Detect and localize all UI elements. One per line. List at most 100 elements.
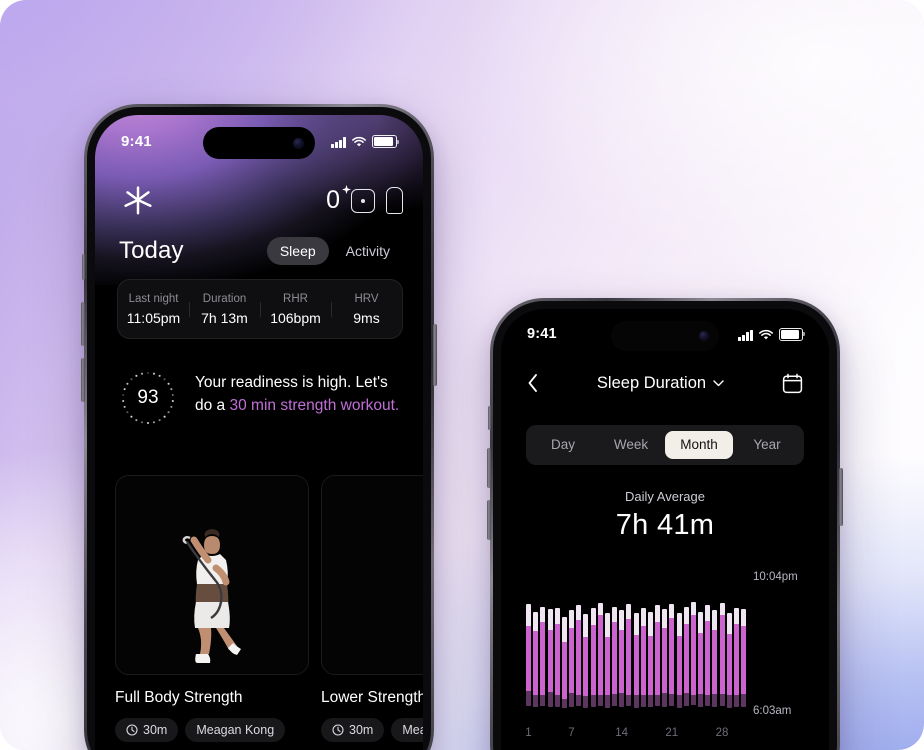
- bar-segment-awake: [690, 601, 696, 616]
- readiness-link[interactable]: 30 min strength workout.: [229, 397, 399, 414]
- bar-segment-deep: [633, 695, 639, 708]
- chart-bar: [719, 602, 725, 706]
- power-button[interactable]: [839, 468, 843, 526]
- bar-segment-light: [733, 624, 739, 695]
- sleep-duration-chart[interactable]: [526, 567, 746, 715]
- instructor-chip: Meagan Kong: [391, 718, 423, 742]
- header-icon-group: 0: [326, 185, 403, 214]
- bar-segment-light: [705, 620, 711, 695]
- duration-label: 30m: [143, 723, 168, 737]
- stat-label: Duration: [202, 292, 247, 305]
- battery-icon: [372, 134, 397, 149]
- tab-activity[interactable]: Activity: [333, 237, 403, 265]
- chevron-down-icon: [713, 379, 724, 386]
- tab-sleep[interactable]: Sleep: [266, 237, 329, 265]
- volume-down-button[interactable]: [487, 500, 491, 540]
- bar-segment-light: [561, 642, 567, 700]
- stat-label: HRV: [354, 292, 379, 305]
- mute-switch[interactable]: [82, 254, 85, 280]
- tab-month[interactable]: Month: [665, 431, 733, 459]
- bar-segment-deep: [712, 694, 718, 708]
- bar-segment-deep: [597, 695, 603, 706]
- bar-segment-awake: [526, 604, 531, 627]
- bar-segment-awake: [633, 612, 639, 635]
- volume-up-button[interactable]: [81, 302, 85, 346]
- workout-card[interactable]: Lower Strength 30m Meagan Kong: [321, 475, 423, 742]
- nav-title-dropdown[interactable]: Sleep Duration: [597, 374, 724, 393]
- bar-segment-awake: [597, 602, 603, 616]
- x-tick-label: 1: [525, 727, 532, 739]
- chevron-left-icon[interactable]: [527, 373, 539, 393]
- bar-segment-awake: [655, 605, 660, 622]
- phone-device-today: 9:41 0 Today Sleep Activity Last night 1…: [81, 104, 437, 750]
- chart-bar: [540, 606, 546, 707]
- chart-bar: [561, 616, 567, 709]
- sleep-stats-bar: Last night 11:05pm Duration 7h 13m RHR 1…: [117, 279, 403, 339]
- bar-segment-light: [719, 615, 725, 695]
- bar-segment-light: [569, 628, 574, 694]
- phone2-screen: 9:41 Sleep Duration Day Week Month Year …: [501, 309, 829, 750]
- bar-segment-awake: [626, 604, 632, 619]
- bar-segment-light: [640, 626, 646, 695]
- bar-segment-light: [683, 623, 689, 694]
- bar-segment-light: [669, 618, 675, 694]
- bar-segment-light: [741, 626, 746, 694]
- bar-segment-awake: [741, 609, 746, 627]
- x-tick-label: 28: [715, 727, 729, 739]
- duration-chip: 30m: [115, 718, 179, 742]
- tab-week[interactable]: Week: [597, 431, 665, 459]
- cellular-bars-icon: [331, 137, 346, 149]
- volume-up-button[interactable]: [487, 448, 491, 488]
- ring-device-icon[interactable]: [351, 188, 375, 213]
- tab-year[interactable]: Year: [733, 431, 801, 459]
- workout-title: Lower Strength: [321, 689, 423, 706]
- duration-chip: 30m: [321, 718, 385, 742]
- chart-bar: [647, 611, 653, 708]
- mute-switch[interactable]: [488, 406, 491, 430]
- bar-segment-deep: [540, 695, 546, 707]
- bar-segment-deep: [705, 694, 711, 707]
- workout-card[interactable]: Full Body Strength 30m Meagan Kong: [115, 475, 309, 742]
- wifi-icon: [352, 137, 366, 147]
- tab-day[interactable]: Day: [529, 431, 597, 459]
- chart-bar: [676, 612, 682, 708]
- bar-segment-light: [626, 618, 632, 695]
- stat-value: 9ms: [353, 309, 380, 326]
- bar-segment-light: [726, 633, 732, 696]
- bar-segment-deep: [547, 692, 553, 707]
- bar-segment-awake: [683, 606, 689, 624]
- sparkle-icon: [342, 185, 351, 194]
- y-axis-bottom-label: 6:03am: [753, 705, 792, 717]
- power-button[interactable]: [433, 324, 437, 386]
- chart-bar: [662, 609, 668, 707]
- workout-thumbnail[interactable]: [321, 475, 423, 675]
- stat-label: Last night: [128, 292, 179, 305]
- bar-segment-awake: [576, 605, 582, 620]
- chart-bar: [526, 604, 531, 706]
- bar-segment-awake: [547, 609, 553, 631]
- bar-segment-awake: [669, 604, 675, 619]
- score-indicator[interactable]: 0: [326, 185, 351, 213]
- device-battery-icon[interactable]: [386, 187, 403, 214]
- chart-bar: [619, 610, 625, 708]
- bar-segment-awake: [647, 611, 653, 636]
- stat-last-night: Last night 11:05pm: [118, 293, 189, 326]
- bar-segment-awake: [583, 614, 589, 637]
- chart-bar: [705, 605, 711, 707]
- volume-down-button[interactable]: [81, 358, 85, 402]
- bar-segment-light: [712, 630, 718, 695]
- workout-meta: 30m Meagan Kong: [115, 718, 307, 742]
- bar-segment-awake: [705, 605, 711, 621]
- bar-segment-deep: [554, 694, 560, 707]
- y-axis-top-label: 10:04pm: [753, 571, 798, 583]
- bar-segment-awake: [554, 607, 560, 625]
- workout-thumbnail[interactable]: [115, 475, 309, 675]
- clock-icon: [126, 724, 138, 736]
- bar-segment-light: [547, 630, 553, 693]
- chart-bar: [533, 611, 539, 708]
- bar-segment-deep: [683, 693, 689, 707]
- calendar-icon[interactable]: [782, 373, 803, 394]
- bar-segment-light: [633, 634, 639, 696]
- bar-segment-deep: [726, 695, 732, 708]
- bar-segment-awake: [561, 616, 567, 643]
